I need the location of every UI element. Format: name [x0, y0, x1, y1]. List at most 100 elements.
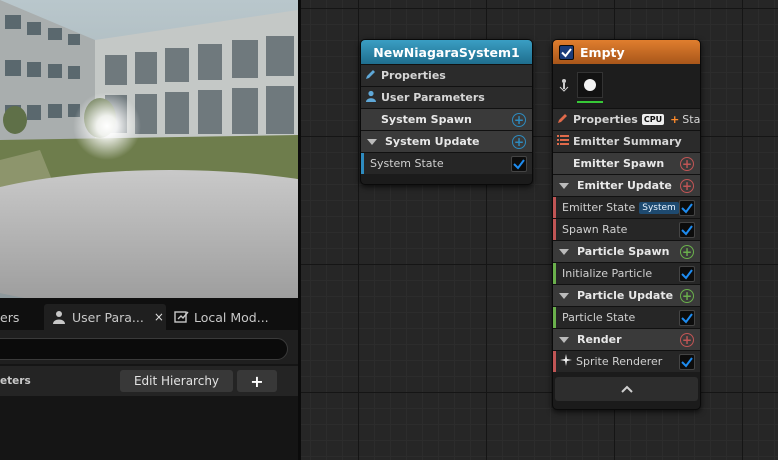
emitter-update-group[interactable]: Emitter Update +: [553, 174, 700, 196]
system-properties-label: Properties: [381, 69, 446, 82]
user-icon: [52, 310, 66, 324]
module-stripe: [553, 219, 556, 240]
system-spawn-label: System Spawn: [381, 113, 472, 126]
system-state-row[interactable]: System State: [361, 152, 532, 174]
search-row: [0, 330, 298, 364]
system-spawn-group[interactable]: System Spawn +: [361, 108, 532, 130]
system-node[interactable]: NewNiagaraSystem1 Properties User Parame…: [360, 39, 533, 185]
particle-spawn-label: Particle Spawn: [577, 245, 670, 258]
system-properties-row[interactable]: Properties: [361, 64, 532, 86]
expand-arrow-icon[interactable]: [559, 248, 569, 255]
collapse-button[interactable]: [555, 377, 698, 401]
render-label: Render: [577, 333, 622, 346]
emitter-spawn-group[interactable]: Emitter Spawn +: [553, 152, 700, 174]
system-user-parameters-label: User Parameters: [381, 91, 485, 104]
sprite-renderer-row[interactable]: Sprite Renderer: [553, 350, 700, 372]
emitter-properties-label: Properties: [573, 113, 638, 126]
system-update-label: System Update: [385, 135, 480, 148]
edit-hierarchy-button[interactable]: Edit Hierarchy: [120, 370, 233, 392]
expand-arrow-icon[interactable]: [559, 336, 569, 343]
enable-checkbox[interactable]: [679, 200, 695, 216]
module-stripe: [553, 307, 556, 328]
system-update-group[interactable]: System Update +: [361, 130, 532, 152]
spawn-rate-label: Spawn Rate: [562, 223, 628, 236]
tab-local-modules[interactable]: Local Mod...: [172, 304, 298, 330]
system-user-parameters-row[interactable]: User Parameters: [361, 86, 532, 108]
tab-local-modules-label: Local Mod...: [194, 309, 269, 325]
search-input[interactable]: [0, 338, 288, 360]
chevron-up-icon: [620, 383, 633, 396]
emitter-thumbnail-area: [553, 64, 700, 108]
pencil-icon: [365, 68, 377, 83]
module-stripe: [553, 263, 556, 284]
add-stage-label[interactable]: Stage: [682, 113, 700, 126]
enable-checkbox[interactable]: [679, 222, 695, 238]
emitter-enable-checkbox[interactable]: [559, 44, 574, 60]
emitter-node[interactable]: Empty Properties CPU + Stage Emitter Sum…: [552, 39, 701, 410]
particle-update-label: Particle Update: [577, 289, 674, 302]
parameters-panel: ers User Para... × Local Mod... eters Ed…: [0, 298, 298, 460]
pencil-icon: [557, 112, 569, 127]
sprite-renderer-icon: [560, 354, 572, 369]
module-stripe: [553, 197, 556, 218]
emitter-thumbnail[interactable]: [577, 72, 603, 98]
add-module-icon[interactable]: +: [512, 135, 526, 149]
emitter-state-row[interactable]: Emitter State System: [553, 196, 700, 218]
module-stripe: [553, 351, 556, 372]
expand-arrow-icon[interactable]: [367, 138, 377, 145]
particle-update-group[interactable]: Particle Update +: [553, 284, 700, 306]
initialize-particle-label: Initialize Particle: [562, 267, 653, 280]
cpu-badge: CPU: [641, 114, 665, 125]
expand-arrow-icon[interactable]: [559, 292, 569, 299]
emitter-update-label: Emitter Update: [577, 179, 672, 192]
tab-partial[interactable]: ers: [0, 304, 40, 330]
close-icon[interactable]: ×: [154, 310, 164, 324]
emitter-node-title[interactable]: Empty: [553, 40, 700, 64]
add-module-icon[interactable]: +: [680, 179, 694, 193]
emitter-summary-row[interactable]: Emitter Summary: [553, 130, 700, 152]
niagara-editor: ers User Para... × Local Mod... eters Ed…: [0, 0, 778, 460]
thumbnail-status-bar: [577, 101, 603, 103]
list-icon: [557, 135, 569, 148]
local-modules-icon: [174, 310, 189, 324]
tab-partial-label: ers: [0, 309, 20, 325]
emitter-title-label: Empty: [580, 44, 625, 60]
add-stage-icon[interactable]: +: [670, 113, 679, 126]
preview-scene: [0, 0, 298, 298]
preview-viewport[interactable]: [0, 0, 298, 298]
emitter-state-label: Emitter State: [562, 201, 636, 214]
add-module-icon[interactable]: +: [680, 245, 694, 259]
particle-state-row[interactable]: Particle State: [553, 306, 700, 328]
panel-tab-bar: ers User Para... × Local Mod...: [0, 298, 298, 330]
add-parameter-button[interactable]: +: [237, 370, 277, 392]
system-state-label: System State: [370, 157, 444, 170]
emitter-summary-label: Emitter Summary: [573, 135, 682, 148]
enable-checkbox[interactable]: [679, 354, 695, 370]
enable-checkbox[interactable]: [679, 310, 695, 326]
tab-user-parameters[interactable]: User Para... ×: [44, 304, 166, 330]
emitter-properties-row[interactable]: Properties CPU + Stage: [553, 108, 700, 130]
expand-arrow-icon[interactable]: [559, 182, 569, 189]
panel-divider[interactable]: [298, 0, 301, 460]
enable-checkbox[interactable]: [679, 266, 695, 282]
user-icon: [365, 90, 377, 105]
sprite-renderer-label: Sprite Renderer: [576, 355, 663, 368]
parameters-header-label: eters: [0, 375, 31, 387]
system-badge: System: [639, 201, 679, 214]
module-stripe: [361, 153, 364, 174]
particle-state-label: Particle State: [562, 311, 636, 324]
add-module-icon[interactable]: +: [680, 157, 694, 171]
add-module-icon[interactable]: +: [512, 113, 526, 127]
parameters-header-row: eters Edit Hierarchy +: [0, 366, 298, 396]
initialize-particle-row[interactable]: Initialize Particle: [553, 262, 700, 284]
enable-checkbox[interactable]: [511, 156, 527, 172]
add-module-icon[interactable]: +: [680, 289, 694, 303]
spawn-rate-row[interactable]: Spawn Rate: [553, 218, 700, 240]
renderer-icon: [559, 78, 569, 95]
add-renderer-icon[interactable]: +: [680, 333, 694, 347]
render-group[interactable]: Render +: [553, 328, 700, 350]
particle-spawn-group[interactable]: Particle Spawn +: [553, 240, 700, 262]
system-node-title[interactable]: NewNiagaraSystem1: [361, 40, 532, 64]
emitter-spawn-label: Emitter Spawn: [573, 157, 665, 170]
tab-user-parameters-label: User Para...: [72, 309, 144, 325]
